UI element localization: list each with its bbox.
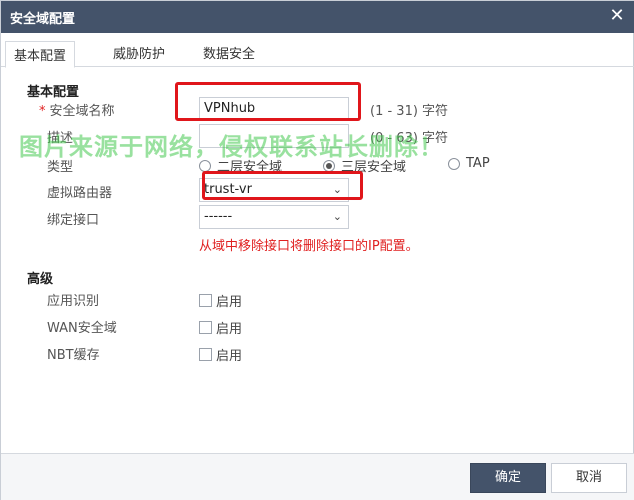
zone-name-hint: (1 - 31) 字符 [370,104,449,119]
tab-label: 威胁防护 [113,47,166,62]
radio-tap[interactable]: TAP [448,156,490,171]
nbt-cache-checkbox[interactable]: 启用 [199,345,242,364]
tab-threat-protection[interactable]: 威胁防护 [111,43,167,67]
zone-name-input[interactable]: VPNhub [199,97,349,121]
checkbox-box [199,348,212,361]
virtual-router-select[interactable]: trust-vr ⌄ [199,178,349,202]
tab-data-security[interactable]: 数据安全 [201,43,257,67]
chevron-down-icon: ⌄ [332,183,342,196]
dialog-footer: 确定 取消 [1,453,634,500]
cancel-button[interactable]: 取消 [551,463,627,493]
description-hint: (0 - 63) 字符 [370,131,449,146]
close-icon[interactable]: ✕ [607,6,627,26]
bind-interface-label: 绑定接口 [47,213,100,228]
checkbox-box [199,321,212,334]
checkbox-box [199,294,212,307]
bind-interface-value: ------ [204,209,233,224]
ok-button[interactable]: 确定 [470,463,546,493]
tab-bar: 基本配置 威胁防护 数据安全 [1,37,634,68]
tab-basic-config[interactable]: 基本配置 [5,41,76,68]
remove-interface-warning: 从域中移除接口将删除接口的IP配置。 [199,239,419,254]
security-zone-dialog: 安全域配置 ✕ 基本配置 威胁防护 数据安全 基本配置 * 安全域名称 VPNhu… [0,0,634,500]
app-identify-checkbox[interactable]: 启用 [199,291,242,310]
radio-layer2-zone[interactable]: 二层安全域 [199,156,282,175]
chevron-down-icon: ⌄ [332,210,342,223]
app-identify-label: 应用识别 [47,294,100,309]
advanced-section-title: 高级 [27,272,54,287]
tab-label: 基本配置 [14,49,67,64]
wan-zone-checkbox[interactable]: 启用 [199,318,242,337]
required-marker: * [39,104,46,119]
dialog-title: 安全域配置 [10,12,76,27]
radio-dot-selected [323,159,335,172]
type-label: 类型 [47,160,74,175]
dialog-titlebar: 安全域配置 ✕ [1,1,634,33]
description-input[interactable] [199,124,349,148]
bind-interface-select[interactable]: ------ ⌄ [199,205,349,229]
virtual-router-value: trust-vr [204,182,252,197]
virtual-router-label: 虚拟路由器 [47,186,113,201]
wan-zone-label: WAN安全域 [47,321,117,336]
nbt-cache-label: NBT缓存 [47,348,100,363]
description-label: 描述 [47,131,74,146]
radio-dot [448,157,460,170]
radio-layer3-zone[interactable]: 三层安全域 [323,156,406,175]
zone-name-label: * 安全域名称 [39,104,115,119]
basic-section-title: 基本配置 [27,85,80,100]
tab-label: 数据安全 [203,47,256,62]
radio-dot [199,159,211,172]
